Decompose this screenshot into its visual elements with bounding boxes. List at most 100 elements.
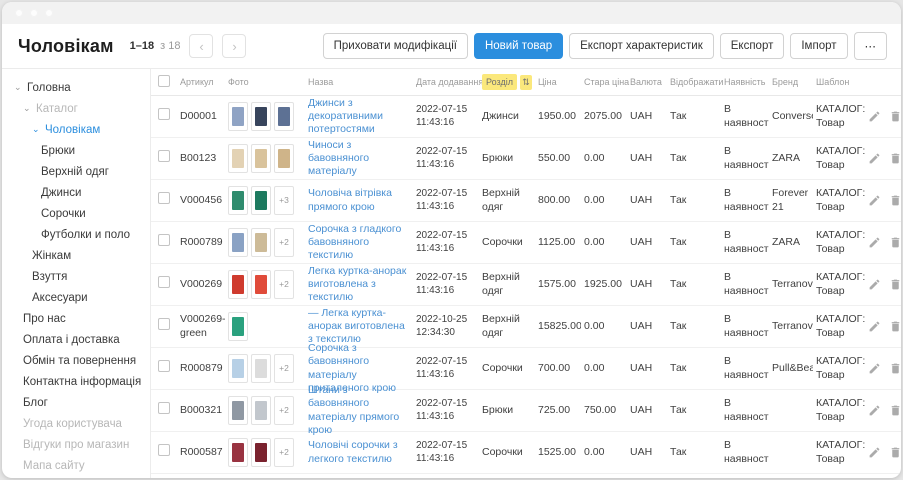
product-thumbnail[interactable] — [228, 270, 248, 299]
export-button[interactable]: Експорт — [720, 33, 785, 59]
product-thumbnail[interactable] — [228, 438, 248, 467]
row-checkbox[interactable] — [158, 234, 170, 246]
product-name-link[interactable]: Чиноси з бавовняного матеріалу — [308, 139, 410, 178]
edit-button[interactable] — [868, 152, 881, 165]
delete-button[interactable] — [889, 446, 901, 459]
row-checkbox[interactable] — [158, 150, 170, 162]
product-name-link[interactable]: Штани з бавовняного матеріалу прямого кр… — [308, 384, 410, 437]
product-thumbnail[interactable] — [251, 144, 271, 173]
row-checkbox[interactable] — [158, 318, 170, 330]
delete-button[interactable] — [889, 404, 901, 417]
column-header-old-price[interactable]: Стара ціна — [581, 77, 627, 87]
sidebar-item-sorochky[interactable]: Сорочки — [6, 203, 150, 224]
product-thumbnail[interactable] — [228, 354, 248, 383]
edit-button[interactable] — [868, 110, 881, 123]
sidebar-item-vidguky-pro-magazyn[interactable]: Відгуки про магазин — [6, 434, 150, 455]
product-thumbnail[interactable] — [251, 186, 271, 215]
delete-button[interactable] — [889, 320, 901, 333]
sidebar-item-dzhynsy[interactable]: Джинси — [6, 182, 150, 203]
product-name-link[interactable]: Сорочка з гладкого бавовняного текстилю — [308, 223, 410, 262]
column-header-date-added[interactable]: Дата додавання — [413, 77, 479, 87]
column-header-name[interactable]: Назва — [305, 77, 413, 87]
product-thumbnail[interactable] — [251, 438, 271, 467]
more-menu-button[interactable]: ⋯ — [854, 32, 888, 60]
edit-button[interactable] — [868, 236, 881, 249]
product-thumbnail[interactable] — [251, 270, 271, 299]
product-thumbnail[interactable] — [251, 396, 271, 425]
import-button[interactable]: Імпорт — [790, 33, 847, 59]
sidebar-item-ugoda-korystuvacha[interactable]: Угода користувача — [6, 413, 150, 434]
sidebar-item-cholovikam[interactable]: ⌄Чоловікам — [6, 119, 150, 140]
sidebar-item-vzuttya[interactable]: Взуття — [6, 266, 150, 287]
sidebar-item-bryuky[interactable]: Брюки — [6, 140, 150, 161]
hide-modifications-button[interactable]: Приховати модифікації — [323, 33, 468, 59]
window-control-dot[interactable] — [15, 9, 23, 17]
product-thumbnail[interactable] — [251, 228, 271, 257]
more-photos-badge[interactable]: +2 — [274, 270, 294, 299]
sort-icon[interactable]: ⇅ — [520, 75, 532, 90]
column-header-label[interactable]: Розділ — [482, 74, 517, 90]
more-photos-badge[interactable]: +2 — [274, 396, 294, 425]
product-thumbnail[interactable] — [274, 144, 294, 173]
sidebar-item-zhinkam[interactable]: Жінкам — [6, 245, 150, 266]
product-thumbnail[interactable] — [228, 312, 248, 341]
column-header-display[interactable]: Відображати — [667, 77, 721, 87]
product-thumbnail[interactable] — [228, 102, 248, 131]
column-header-photo[interactable]: Фото — [225, 77, 305, 87]
sidebar-item-futbolky-i-polo[interactable]: Футболки и поло — [6, 224, 150, 245]
product-thumbnail[interactable] — [228, 228, 248, 257]
delete-button[interactable] — [889, 194, 901, 207]
column-header-sku[interactable]: Артикул — [177, 77, 225, 87]
edit-button[interactable] — [868, 362, 881, 375]
sidebar-item-oplata-i-dostavka[interactable]: Оплата і доставка — [6, 329, 150, 350]
row-checkbox[interactable] — [158, 360, 170, 372]
export-characteristics-button[interactable]: Експорт характеристик — [569, 33, 714, 59]
product-name-link[interactable]: Джинси з декоративними потертостями — [308, 97, 410, 136]
edit-button[interactable] — [868, 320, 881, 333]
sidebar-item-katalog[interactable]: ⌄Каталог — [6, 98, 150, 119]
product-thumbnail[interactable] — [251, 102, 271, 131]
column-header-availability[interactable]: Наявність — [721, 77, 769, 87]
product-thumbnail[interactable] — [228, 186, 248, 215]
row-checkbox[interactable] — [158, 276, 170, 288]
row-checkbox[interactable] — [158, 192, 170, 204]
more-photos-badge[interactable]: +2 — [274, 228, 294, 257]
row-checkbox[interactable] — [158, 402, 170, 414]
window-control-dot[interactable] — [30, 9, 38, 17]
delete-button[interactable] — [889, 152, 901, 165]
product-thumbnail[interactable] — [251, 354, 271, 383]
sidebar-item-golovna[interactable]: ⌄Головна — [6, 77, 150, 98]
product-name-link[interactable]: — Легка куртка-анорак виготовлена з текс… — [308, 307, 410, 346]
edit-button[interactable] — [868, 404, 881, 417]
sidebar-item-mapa-saytu[interactable]: Мапа сайту — [6, 455, 150, 476]
row-checkbox[interactable] — [158, 444, 170, 456]
sidebar-item-verkhniy-odyag[interactable]: Верхній одяг — [6, 161, 150, 182]
sidebar-item-blog[interactable]: Блог — [6, 392, 150, 413]
edit-button[interactable] — [868, 278, 881, 291]
edit-button[interactable] — [868, 194, 881, 207]
product-name-link[interactable]: Чоловічі сорочки з легкого текстилю — [308, 439, 410, 465]
product-thumbnail[interactable] — [228, 144, 248, 173]
window-control-dot[interactable] — [45, 9, 53, 17]
column-header-template[interactable]: Шаблон — [813, 77, 865, 87]
next-page-button[interactable]: › — [222, 34, 246, 58]
more-photos-badge[interactable]: +2 — [274, 438, 294, 467]
delete-button[interactable] — [889, 236, 901, 249]
column-header-price[interactable]: Ціна — [535, 77, 581, 87]
select-all-checkbox[interactable] — [158, 75, 170, 87]
delete-button[interactable] — [889, 278, 901, 291]
product-name-link[interactable]: Чоловіча вітрівка прямого крою — [308, 187, 410, 213]
product-thumbnail[interactable] — [228, 396, 248, 425]
more-photos-badge[interactable]: +3 — [274, 186, 294, 215]
sidebar-item-kontaktna-informatsiya[interactable]: Контактна інформація — [6, 371, 150, 392]
delete-button[interactable] — [889, 110, 901, 123]
column-header-currency[interactable]: Валюта — [627, 77, 667, 87]
row-checkbox[interactable] — [158, 108, 170, 120]
delete-button[interactable] — [889, 362, 901, 375]
new-product-button[interactable]: Новий товар — [474, 33, 563, 59]
more-photos-badge[interactable]: +2 — [274, 354, 294, 383]
sidebar-item-aksesuary[interactable]: Аксесуари — [6, 287, 150, 308]
product-thumbnail[interactable] — [274, 102, 294, 131]
prev-page-button[interactable]: ‹ — [189, 34, 213, 58]
product-name-link[interactable]: Легка куртка-анорак виготовлена з тексти… — [308, 265, 410, 304]
